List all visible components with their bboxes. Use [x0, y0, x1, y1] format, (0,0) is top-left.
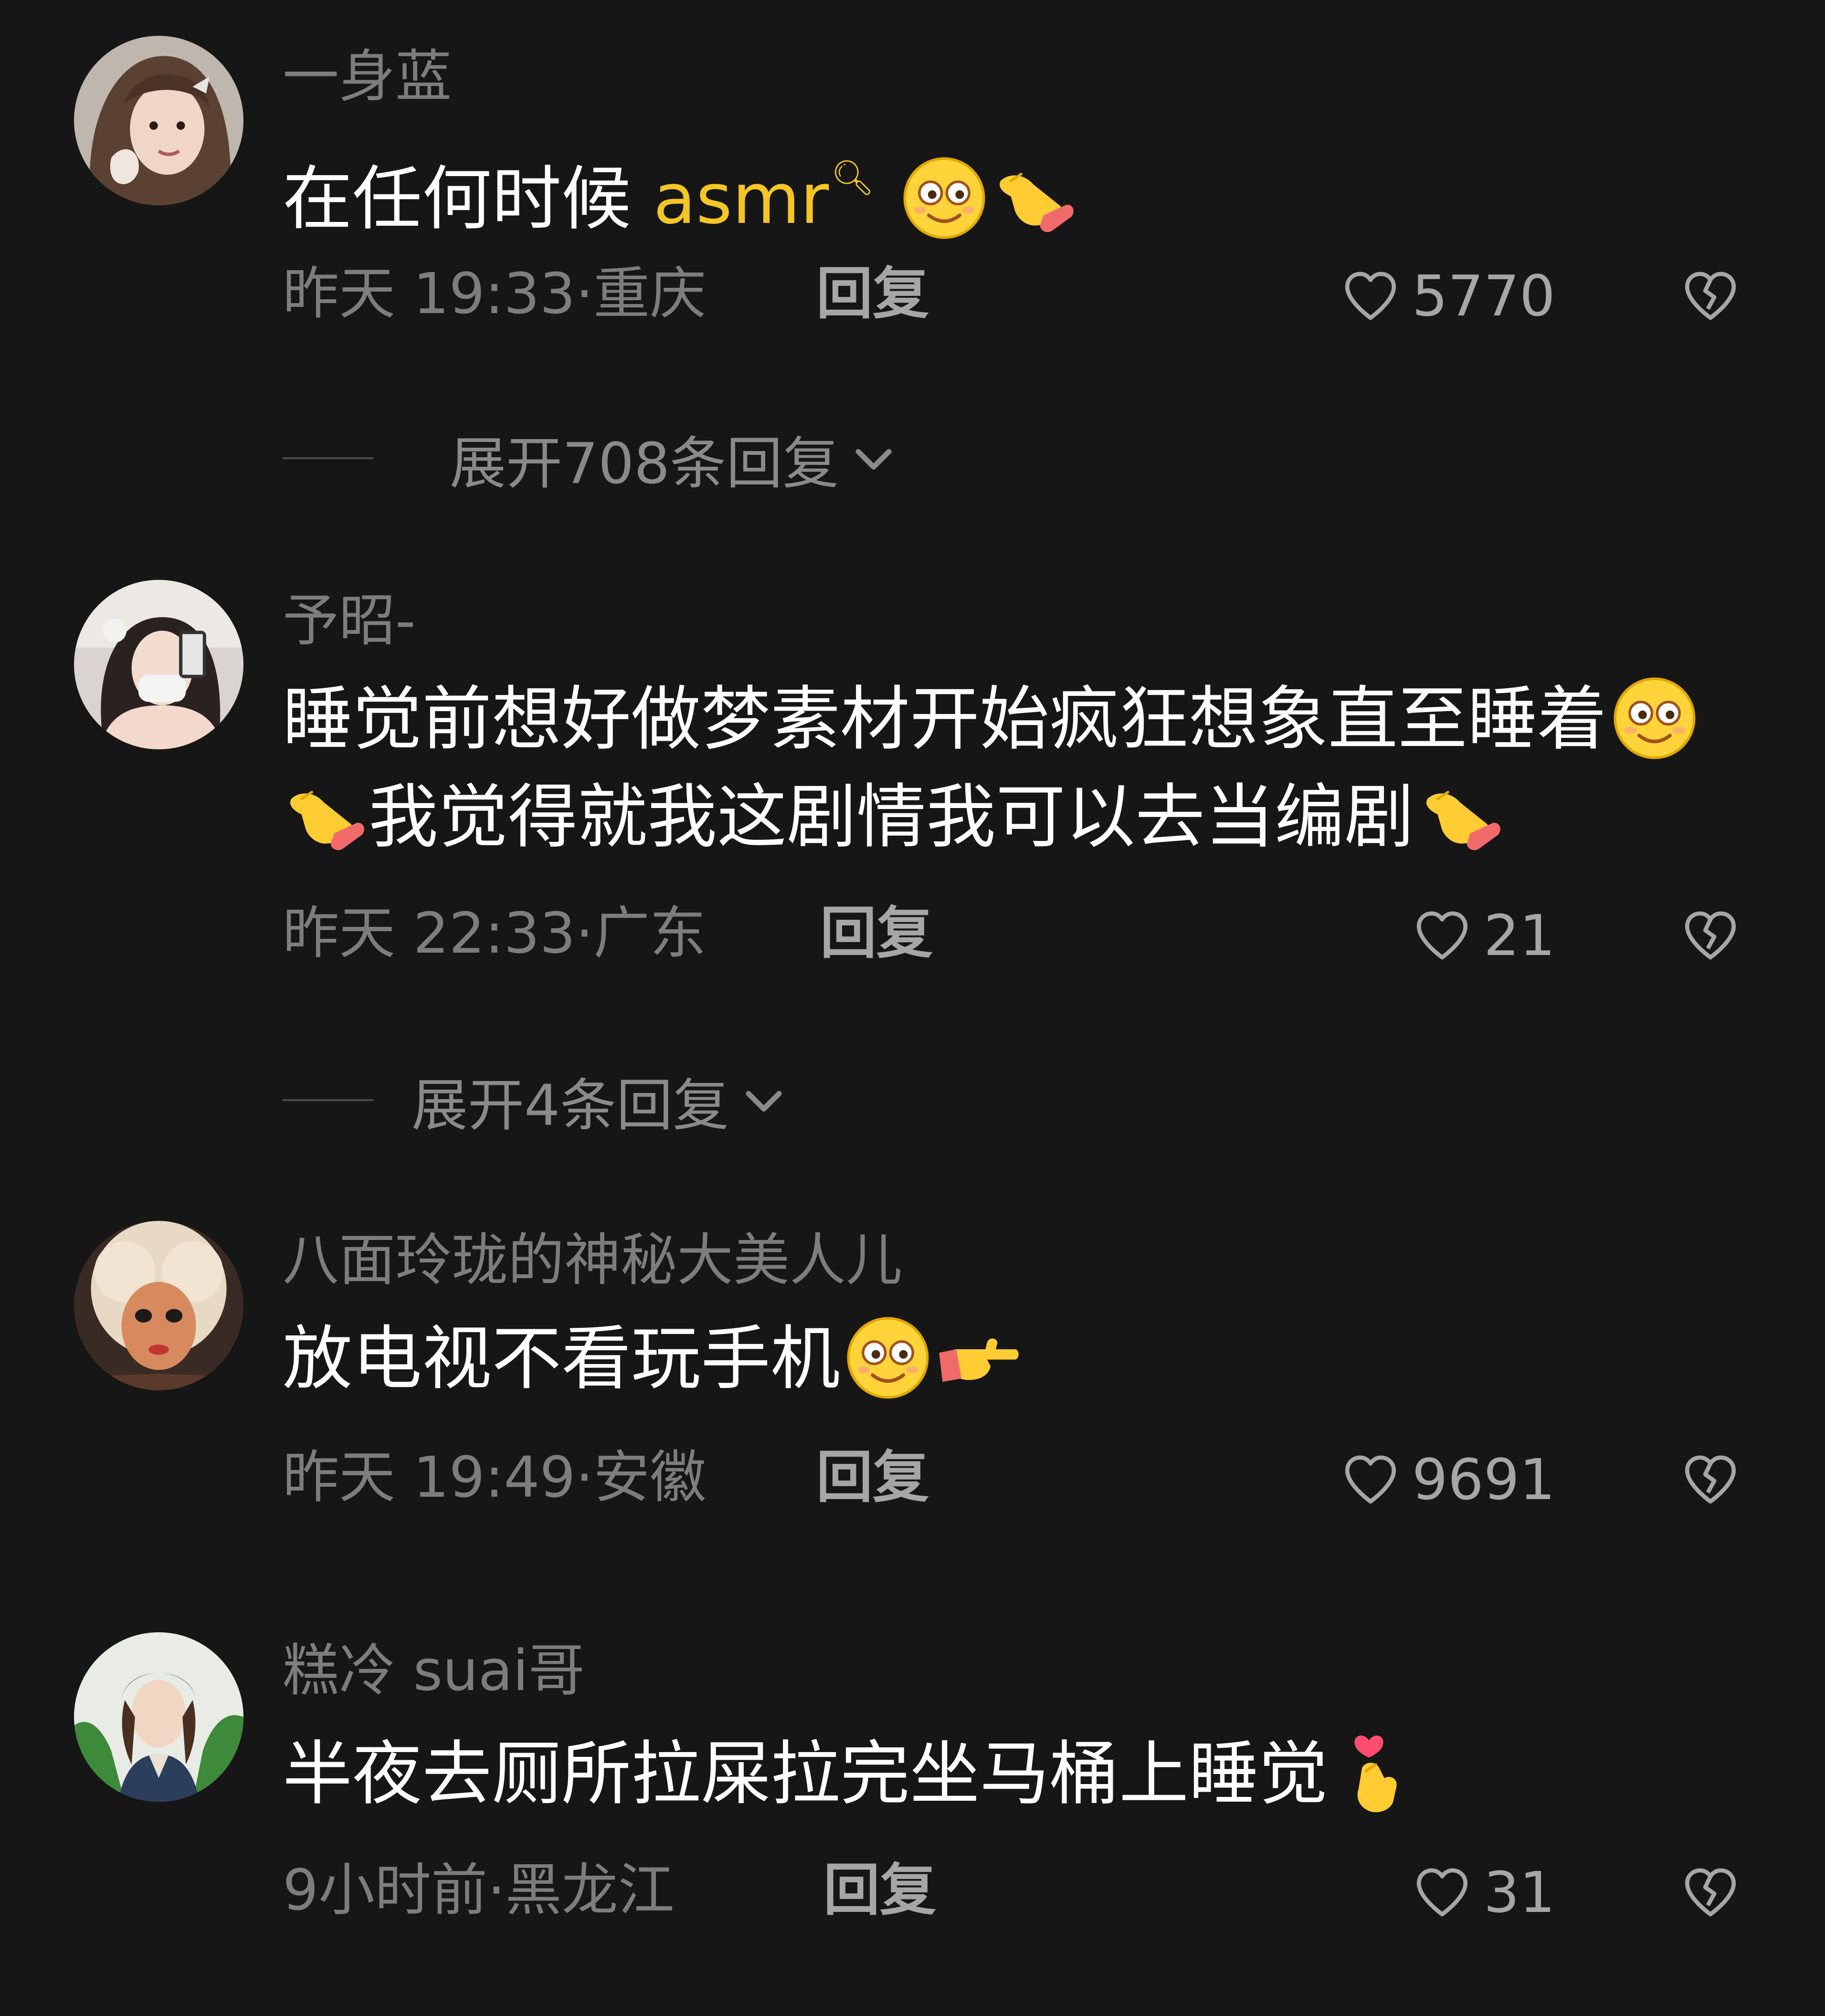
comment-text-body: 半夜去厕所拉屎拉完坐马桶上睡觉	[283, 1733, 1328, 1815]
comment-text-body: 放电视不看玩手机	[283, 1318, 840, 1399]
separator: ·	[575, 1444, 594, 1510]
comment-location: 安徽	[593, 1444, 707, 1510]
expand-replies-button[interactable]: 展开4条回复	[283, 1064, 790, 1138]
comment-text-body: 睡觉前想好做梦素材开始疯狂想象直至睡着	[283, 679, 1607, 760]
username[interactable]: 一身蓝	[283, 41, 452, 112]
like-count: 5770	[1412, 263, 1555, 329]
dislike-button[interactable]	[1677, 260, 1744, 332]
like-button[interactable]: 5770	[1340, 260, 1555, 332]
expand-replies-label: 展开4条回复	[411, 1072, 729, 1138]
heart-icon	[1345, 272, 1396, 320]
comment-text: 在任何时候 asmr🔍︎	[283, 129, 1753, 248]
like-count: 9691	[1412, 1447, 1555, 1512]
comment-text: 放电视不看玩手机	[283, 1310, 1753, 1408]
comment-text: 睡觉前想好做梦素材开始疯狂想象直至睡着 我觉得就我这剧情我可以去当编剧	[283, 671, 1753, 866]
divider	[283, 457, 373, 459]
reply-button[interactable]: 回复	[820, 897, 933, 969]
pointing-hand-emoji-icon	[283, 773, 369, 859]
comment-time: 昨天 22:33	[283, 900, 576, 966]
separator: ·	[487, 1857, 506, 1923]
flushed-emoji-icon	[1612, 675, 1698, 761]
flushed-emoji-icon	[901, 155, 987, 241]
expand-replies-button[interactable]: 展开708条回复	[283, 422, 900, 496]
broken-heart-icon	[1685, 911, 1736, 960]
comment-list: 一身蓝 在任何时候 asmr🔍︎ 昨天 19:33·重庆 回复 5770 展开7…	[0, 0, 1825, 2016]
heart-icon	[1416, 911, 1467, 960]
comment-text: 半夜去厕所拉屎拉完坐马桶上睡觉	[283, 1725, 1753, 1823]
pointing-right-emoji-icon	[936, 1315, 1022, 1401]
like-button[interactable]: 9691	[1340, 1444, 1555, 1515]
heart-icon	[1345, 1455, 1396, 1504]
comment-meta: 昨天 19:49·安徽	[283, 1441, 706, 1513]
separator: ·	[575, 900, 594, 966]
comment-location: 重庆	[593, 261, 707, 326]
username[interactable]: 予昭-	[283, 585, 416, 656]
expand-replies-label: 展开708条回复	[450, 430, 839, 496]
dislike-button[interactable]	[1677, 1444, 1744, 1515]
avatar[interactable]	[74, 1632, 243, 1802]
divider	[283, 1099, 373, 1101]
like-button[interactable]: 31	[1411, 1857, 1555, 1928]
pointing-hand-emoji-icon	[1419, 773, 1505, 859]
comment-meta: 9小时前·黑龙江	[283, 1854, 675, 1926]
username[interactable]: 八面玲珑的神秘大美人儿	[283, 1224, 902, 1296]
broken-heart-icon	[1685, 1455, 1736, 1504]
flushed-emoji-icon	[845, 1315, 931, 1401]
like-button[interactable]: 21	[1411, 900, 1555, 971]
avatar[interactable]	[74, 36, 243, 205]
comment-time: 9小时前	[283, 1857, 488, 1923]
comment-meta: 昨天 22:33·广东	[283, 897, 706, 969]
dislike-button[interactable]	[1677, 900, 1744, 971]
avatar[interactable]	[74, 1221, 243, 1390]
separator: ·	[575, 261, 594, 326]
pointing-hand-emoji-icon	[992, 155, 1078, 241]
comment-time: 昨天 19:33	[283, 261, 576, 326]
chevron-down-icon	[855, 449, 892, 470]
heart-icon	[1416, 1868, 1467, 1917]
dislike-button[interactable]	[1677, 1857, 1744, 1928]
like-count: 21	[1483, 903, 1555, 968]
avatar[interactable]	[74, 580, 243, 749]
comment-text-body: 在任何时候	[283, 158, 654, 240]
username[interactable]: 糕冷 suai哥	[283, 1635, 585, 1706]
like-count: 31	[1483, 1859, 1555, 1925]
topic-link[interactable]: asmr	[653, 158, 829, 240]
comment-meta: 昨天 19:33·重庆	[283, 258, 706, 329]
comment-location: 广东	[593, 900, 707, 966]
comment-location: 黑龙江	[505, 1857, 675, 1923]
reply-button[interactable]: 回复	[816, 258, 929, 329]
search-icon[interactable]: 🔍︎	[831, 129, 874, 227]
finger-heart-emoji-icon	[1333, 1730, 1419, 1816]
reply-button[interactable]: 回复	[823, 1854, 936, 1926]
chevron-down-icon	[746, 1091, 782, 1112]
comment-text-line2: 我觉得就我这剧情我可以去当编剧	[369, 777, 1414, 858]
broken-heart-icon	[1685, 1868, 1736, 1917]
reply-button[interactable]: 回复	[816, 1441, 929, 1513]
broken-heart-icon	[1685, 272, 1736, 320]
comment-time: 昨天 19:49	[283, 1444, 576, 1510]
